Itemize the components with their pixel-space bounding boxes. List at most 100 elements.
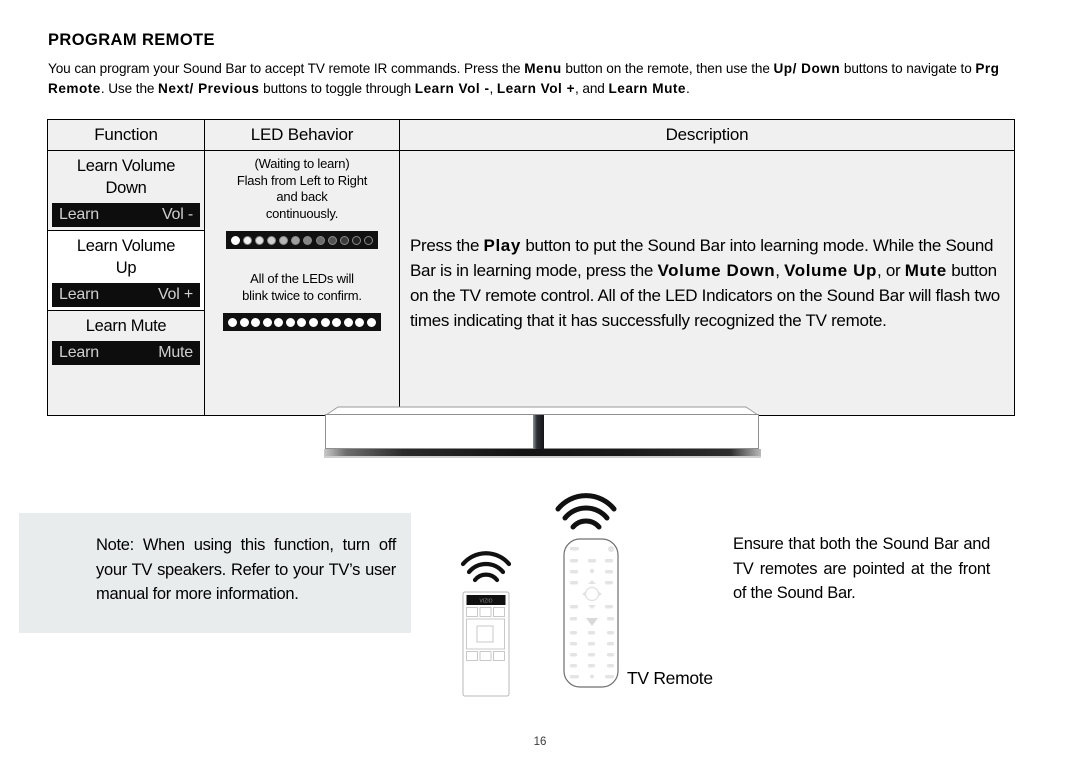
function-label: Learn Volume Down [52,155,200,199]
tv-remote-illustration [548,477,643,697]
intro-text-6: , [489,81,497,96]
description-column: Press the Play button to put the Sound B… [400,151,1014,415]
led-text-line2: blink twice to confirm. [242,287,362,303]
intro-keyword-next-previous: Next/ Previous [158,81,260,96]
led-dot [303,235,313,245]
function-label: Learn Volume Up [52,235,200,279]
intro-keyword-menu: Menu [524,61,562,76]
svg-text:VIZIO: VIZIO [479,599,492,605]
intro-text-4: . Use the [100,81,159,96]
led-dot [332,317,342,327]
ir-signal-icon [460,551,512,583]
ir-signal-icon [555,493,617,530]
intro-text-1: You can program your Sound Bar to accept… [48,61,525,76]
function-column: Learn Volume Down Learn Vol - Learn Volu… [48,151,205,415]
led-strip-all-on [223,313,381,331]
intro-keyword-learn-mute: Learn Mute [608,81,686,96]
led-dot [320,317,330,327]
sound-bar-remote-illustration: VIZIO [455,530,525,705]
led-dot [239,317,249,327]
led-text-line2: Flash from Left to Right [236,172,368,188]
page-title: PROGRAM REMOTE [48,31,215,49]
note-text: Note: When using this function, turn off… [96,536,396,603]
led-text-line3: and back [276,189,328,204]
table-row-learn-volume-up: Learn Volume Up Learn Vol + [48,231,204,311]
led-behavior-text-confirm: All of the LEDs will blink twice to conf… [211,271,393,304]
function-label-line2: Down [105,179,147,197]
tv-remote-label: TV Remote [627,668,713,688]
badge-left-text: Learn [59,286,99,303]
sound-bar-svg [324,406,761,458]
column-header-description: Description [665,125,749,144]
led-dot [262,317,272,327]
description-text: Press the Play button to put the Sound B… [410,233,1008,333]
table-header-row: Function LED Behavior Description [48,120,1014,151]
led-text-line4: continuously. [265,205,339,221]
desc-text-c: , [775,261,785,280]
intro-text-7: , and [575,81,609,96]
led-dot [339,235,349,245]
sound-bar-remote-svg: VIZIO [460,551,512,697]
table-row-learn-mute: Learn Mute Learn Mute [48,311,204,415]
program-remote-table: Function LED Behavior Description Learn … [47,119,1015,416]
led-strip-gradient [226,231,378,249]
intro-text-8: . [685,81,690,96]
led-dot [243,235,253,245]
led-dot [274,317,284,327]
intro-keyword-learn-vol-plus: Learn Vol + [496,81,576,96]
led-dot [351,235,361,245]
led-dot [279,235,289,245]
column-header-led-behavior: LED Behavior [205,120,400,150]
function-label-line1: Learn Mute [85,317,167,335]
intro-text-3: buttons to navigate to [843,61,976,76]
sound-bar-illustration [312,404,772,477]
led-behavior-column: (Waiting to learn) Flash from Left to Ri… [205,151,400,415]
led-dot [291,235,301,245]
led-dot [231,235,240,245]
led-dot [363,235,373,245]
function-label-line1: Learn Volume [76,237,176,255]
page-number: 16 [533,736,547,748]
led-dot [343,317,353,327]
function-label: Learn Mute [52,315,200,337]
led-dot [355,317,365,327]
desc-keyword-mute: Mute [904,261,947,280]
led-dot [366,317,376,327]
intro-text-5: buttons to toggle through [259,81,415,96]
column-header-function: Function [48,120,205,150]
badge-right-text: Mute [158,344,193,361]
intro-text-2: button on the remote, then use the [561,61,774,76]
function-label-line2: Up [115,259,137,277]
led-text-line1: All of the LEDs will [250,271,354,286]
intro-keyword-learn-vol-minus: Learn Vol - [414,81,490,96]
badge-right-text: Vol + [157,286,193,303]
desc-text-d: , or [877,261,905,280]
badge-left-text: Learn [59,344,99,361]
badge-left-text: Learn [59,206,99,223]
led-dot [255,235,265,245]
badge-right-text: Vol - [161,206,193,223]
table-row-learn-volume-down: Learn Volume Down Learn Vol - [48,151,204,231]
led-dot [251,317,261,327]
desc-keyword-volume-down: Volume Down [657,261,776,280]
led-dot [267,235,277,245]
tv-remote-svg [555,493,619,688]
led-dot [285,317,295,327]
led-dot [228,317,237,327]
function-label-line1: Learn Volume [76,157,176,175]
ensure-paragraph: Ensure that both the Sound Bar and TV re… [733,535,990,602]
desc-keyword-volume-up: Volume Up [784,261,877,280]
desc-text-a: Press the [410,236,484,255]
led-behavior-text-waiting: (Waiting to learn) Flash from Left to Ri… [211,156,393,222]
intro-keyword-up-down: Up/ Down [773,61,841,76]
led-text-line1: (Waiting to learn) [254,156,350,171]
led-dot [309,317,319,327]
display-badge-learn-vol-down: Learn Vol - [52,203,200,227]
led-dot [315,235,325,245]
display-badge-learn-vol-up: Learn Vol + [52,283,200,307]
led-dot [327,235,337,245]
intro-paragraph: You can program your Sound Bar to accept… [48,59,1016,99]
desc-keyword-play: Play [483,236,521,255]
display-badge-learn-mute: Learn Mute [52,341,200,365]
table-body: Learn Volume Down Learn Vol - Learn Volu… [48,151,1014,415]
